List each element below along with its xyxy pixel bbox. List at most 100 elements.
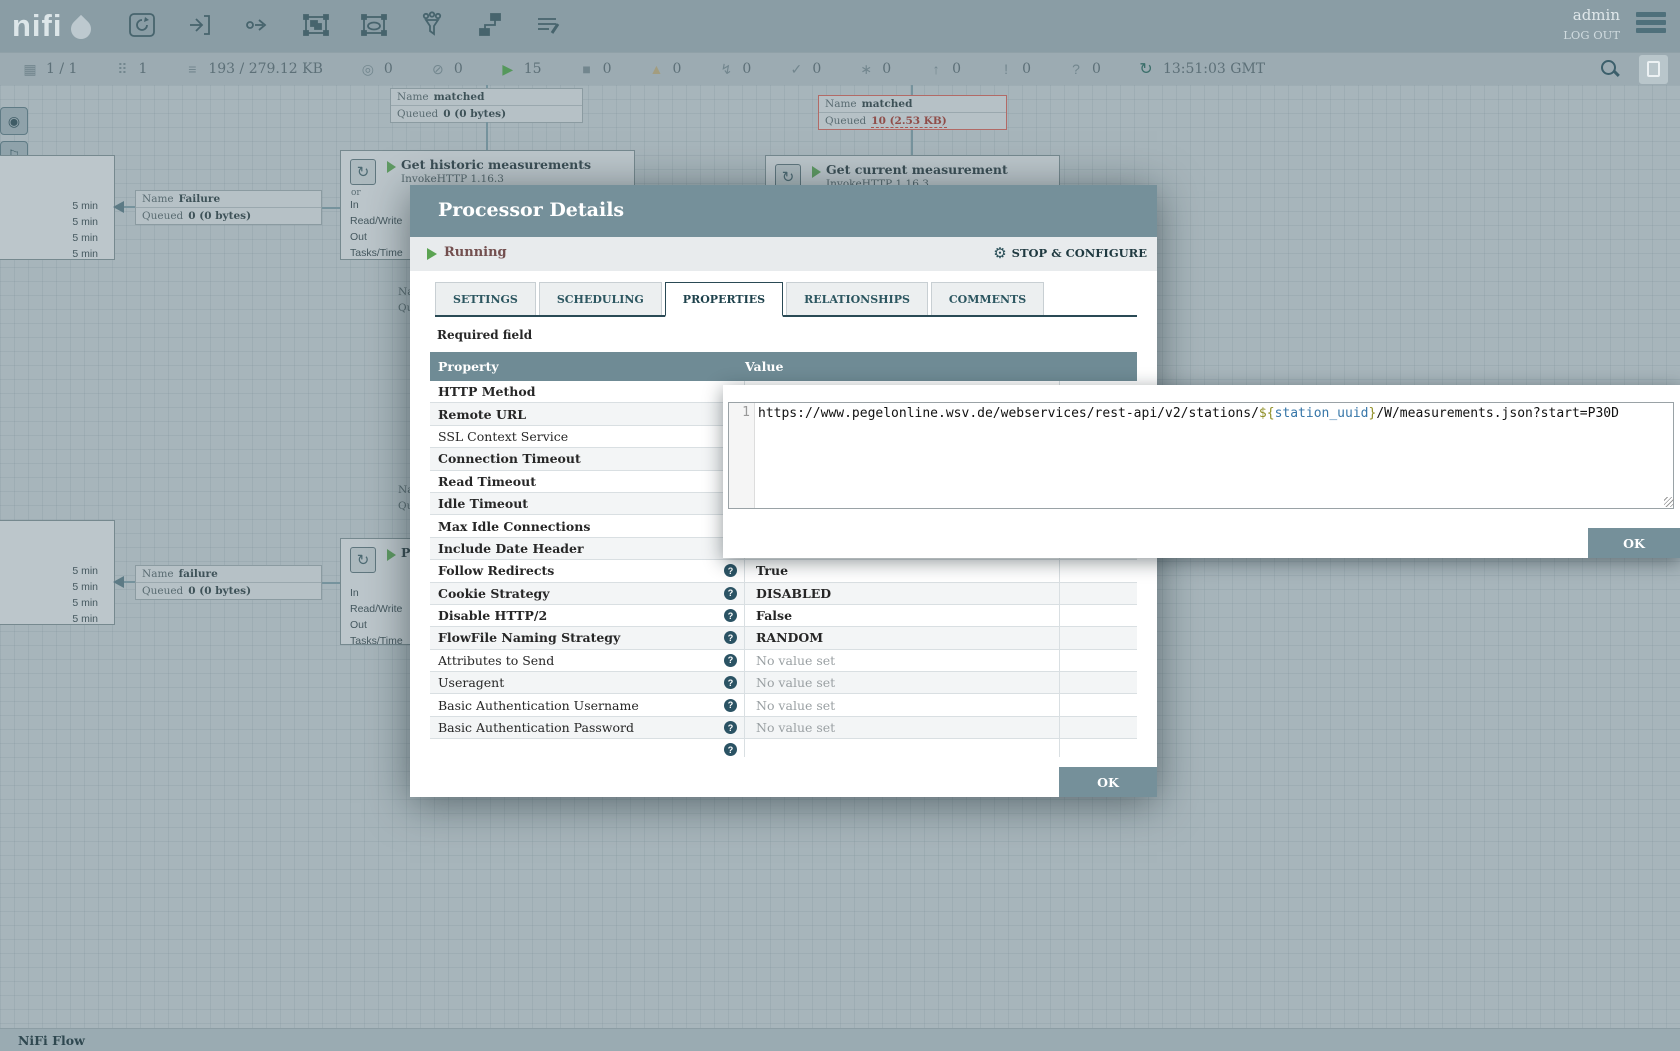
processor-icon[interactable] [125, 8, 159, 42]
help-icon[interactable]: ? [724, 721, 737, 734]
current-user: admin [1563, 6, 1620, 24]
remote-process-group-icon[interactable] [357, 8, 391, 42]
help-icon[interactable]: ? [724, 564, 737, 577]
settings-glyph-icon [1647, 61, 1660, 77]
value-editor-textarea[interactable]: 1 https://www.pegelonline.wsv.de/webserv… [728, 402, 1674, 509]
breadcrumb-bar: NiFi Flow [0, 1028, 1680, 1051]
tab-comments[interactable]: COMMENTS [931, 282, 1044, 315]
connection-label-matched: Name matched Queued 0 (0 bytes) [390, 88, 583, 123]
connection-label-failure: Name Failure Queued 0 (0 bytes) [135, 190, 322, 225]
not-transmitting-icon: ⊘ [430, 61, 446, 78]
tab-properties[interactable]: PROPERTIES [665, 282, 783, 317]
help-icon[interactable]: ? [724, 631, 737, 644]
operate-settings-button[interactable] [1639, 55, 1668, 84]
status-sync-failure: ? 0 [1068, 61, 1101, 77]
help-icon[interactable]: ? [724, 587, 737, 600]
processor-type-icon: ↻ [350, 547, 376, 573]
dialog-status-row: Running ⚙ STOP & CONFIGURE [410, 237, 1157, 271]
status-stopped: ■ 0 [579, 61, 612, 77]
dialog-tabs: SETTINGS SCHEDULING PROPERTIES RELATIONS… [435, 282, 1137, 317]
connection-label-failure-bottom: Name failure Queued 0 (0 bytes) [135, 565, 322, 600]
running-icon: ▶ [500, 61, 516, 78]
help-icon[interactable]: ? [724, 609, 737, 622]
table-row[interactable]: Basic Authentication Password? No value … [430, 717, 1137, 739]
status-locally-modified-stale: ! 0 [998, 61, 1031, 77]
status-queued: ≡ 193 / 279.12 KB [184, 61, 323, 77]
running-indicator-icon [387, 549, 396, 561]
thread-grid-icon: ⠿ [114, 61, 130, 78]
running-indicator-icon [812, 166, 821, 178]
transmitting-icon: ◎ [360, 61, 376, 78]
connection-line [124, 581, 135, 583]
partial-processor-left-top: 5 min 5 min 5 min 5 min [0, 155, 115, 260]
user-area: admin LOG OUT [1563, 6, 1620, 42]
tab-settings[interactable]: SETTINGS [435, 282, 536, 315]
connection-line [322, 582, 340, 584]
connection-arrow-left-bottom [113, 576, 124, 588]
table-row[interactable]: Follow Redirects? True [430, 560, 1137, 582]
refresh-icon[interactable]: ↻ [1138, 59, 1154, 79]
nifi-drop-icon [66, 15, 94, 43]
tab-relationships[interactable]: RELATIONSHIPS [786, 282, 928, 315]
connection-arrow-left-top [113, 201, 124, 213]
sync-failure-icon: ? [1068, 61, 1084, 77]
running-status-label: Running [444, 245, 507, 260]
help-icon: ? [724, 743, 737, 756]
canvas-fragment-button-1: ◉ [0, 107, 28, 135]
connection-line [124, 206, 135, 208]
search-icon[interactable] [1599, 58, 1621, 80]
breadcrumb[interactable]: NiFi Flow [18, 1033, 85, 1048]
table-row[interactable]: Cookie Strategy? DISABLED [430, 583, 1137, 605]
connection-line [911, 85, 913, 95]
table-row-partial: ? [430, 739, 1137, 757]
connection-line [322, 207, 340, 209]
status-threads: ⠿ 1 [114, 61, 147, 78]
status-up-to-date: ✓ 0 [788, 61, 821, 78]
dialog-ok-button[interactable]: OK [1059, 767, 1157, 797]
value-editor-ok-button[interactable]: OK [1588, 528, 1680, 558]
column-header-property: Property [438, 359, 745, 374]
template-icon[interactable] [473, 8, 507, 42]
process-group-icon[interactable] [299, 8, 333, 42]
nifi-logo-text: nifi [12, 6, 63, 46]
status-cluster: ▦ 1 / 1 [22, 61, 77, 78]
column-header-value: Value [745, 359, 783, 374]
global-menu-icon[interactable] [1636, 12, 1666, 38]
resize-handle-icon[interactable] [1664, 497, 1674, 507]
output-port-icon[interactable] [241, 8, 275, 42]
status-bar: ▦ 1 / 1 ⠿ 1 ≡ 193 / 279.12 KB ◎ 0 ⊘ 0 ▶ … [0, 52, 1680, 85]
status-not-transmitting: ⊘ 0 [430, 61, 463, 78]
refresh-area: ↻ 13:51:03 GMT [1138, 59, 1265, 79]
status-invalid: ▲ 0 [648, 61, 681, 77]
logout-link[interactable]: LOG OUT [1563, 28, 1620, 42]
required-field-note: Required field [437, 328, 532, 342]
label-icon[interactable] [531, 8, 565, 42]
stop-and-configure-button[interactable]: ⚙ STOP & CONFIGURE [993, 244, 1147, 262]
connection-line [911, 130, 913, 155]
table-row[interactable]: Useragent? No value set [430, 672, 1137, 694]
help-icon[interactable]: ? [724, 699, 737, 712]
value-editor-popup: 1 https://www.pegelonline.wsv.de/webserv… [723, 385, 1680, 558]
component-toolbar [125, 8, 565, 42]
stopped-icon: ■ [579, 61, 595, 77]
locally-modified-icon: ∗ [858, 61, 874, 78]
status-stale: ↑ 0 [928, 61, 961, 77]
table-row[interactable]: Attributes to Send? No value set [430, 650, 1137, 672]
status-transmitting: ◎ 0 [360, 61, 393, 78]
locally-modified-stale-icon: ! [998, 61, 1014, 77]
table-row[interactable]: FlowFile Naming Strategy? RANDOM [430, 627, 1137, 649]
table-row[interactable]: Basic Authentication Username? No value … [430, 694, 1137, 716]
last-refresh-time: 13:51:03 GMT [1163, 61, 1265, 77]
input-port-icon[interactable] [183, 8, 217, 42]
line-number-gutter: 1 [729, 403, 755, 508]
up-to-date-icon: ✓ [788, 61, 804, 78]
funnel-icon[interactable] [415, 8, 449, 42]
stale-icon: ↑ [928, 61, 944, 77]
remote-url-value[interactable]: https://www.pegelonline.wsv.de/webservic… [755, 403, 1673, 508]
table-row[interactable]: Disable HTTP/2? False [430, 605, 1137, 627]
gear-icon: ⚙ [993, 244, 1006, 262]
tab-scheduling[interactable]: SCHEDULING [539, 282, 662, 315]
properties-table-header: Property Value [430, 352, 1137, 381]
help-icon[interactable]: ? [724, 676, 737, 689]
help-icon[interactable]: ? [724, 654, 737, 667]
